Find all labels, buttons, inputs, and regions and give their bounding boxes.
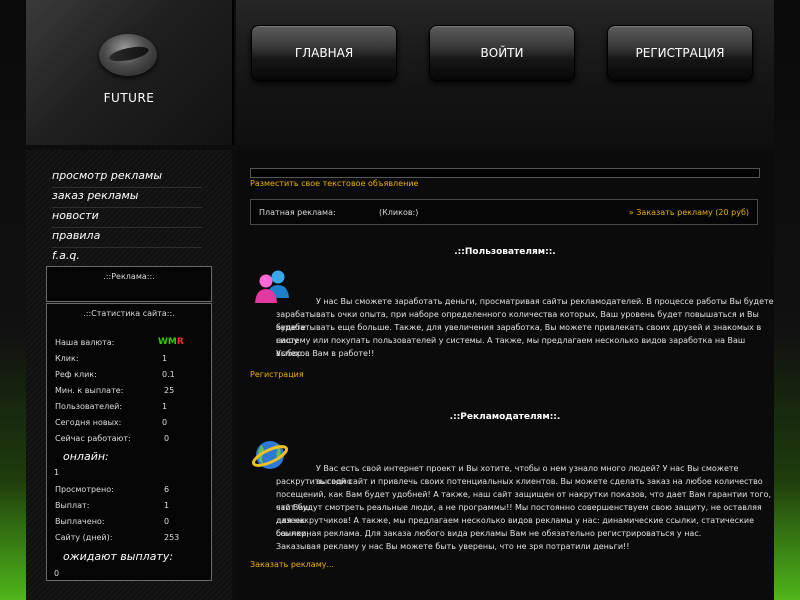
- nav-home-button[interactable]: ГЛАВНАЯ: [251, 25, 397, 81]
- order-ad-link[interactable]: » Заказать рекламу (20 руб): [629, 208, 749, 217]
- logo-area: FUTURE: [26, 0, 234, 145]
- ads-box: .::Реклама::.: [46, 266, 212, 302]
- stat-label: Выплачено:: [55, 517, 105, 526]
- stats-box-title: .::Статистика сайта::.: [83, 309, 175, 318]
- stat-value: 6: [164, 485, 170, 494]
- advertisers-text-line: раскрутить свой сайт и привлечь своих по…: [276, 477, 763, 486]
- stat-label: Пользователей:: [55, 402, 123, 411]
- stat-value: 0.1: [162, 370, 175, 379]
- order-advertising-link[interactable]: Заказать рекламу...: [250, 560, 334, 569]
- globe-icon: [252, 441, 289, 469]
- nav-register-button[interactable]: РЕГИСТРАЦИЯ: [607, 25, 753, 81]
- paid-ads-box: Платная реклама: (Кликов:) » Заказать ре…: [250, 199, 758, 225]
- stat-value: 0: [164, 517, 170, 526]
- currency-badge: WMR: [158, 337, 184, 347]
- users-heading: .::Пользователям::.: [454, 247, 556, 257]
- currency-r: R: [176, 337, 184, 347]
- page-frame: FUTURE ГЛАВНАЯ ВОЙТИ РЕГИСТРАЦИЯ просмот…: [26, 0, 774, 600]
- nav-login-button[interactable]: ВОЙТИ: [429, 25, 575, 81]
- stat-label: Клик:: [55, 354, 79, 363]
- stat-label: Выплат:: [55, 501, 90, 510]
- online-value: 1: [54, 468, 60, 477]
- advertisers-heading: .::Рекламодателям::.: [449, 412, 561, 422]
- users-text-line: Успехов Вам в работе!!: [276, 349, 375, 358]
- sidebar-item-rules[interactable]: правила: [52, 227, 202, 248]
- stats-box: .::Статистика сайта::. Наша валюта: WMR …: [46, 303, 212, 581]
- sidebar-item-news[interactable]: новости: [52, 207, 202, 228]
- stat-value: 25: [164, 386, 175, 395]
- advertisers-text-line: баннерная реклама. Для заказа любого вид…: [276, 529, 702, 538]
- stat-value: 1: [164, 501, 170, 510]
- register-link[interactable]: Регистрация: [250, 370, 304, 379]
- stat-currency-label: Наша валюта:: [55, 338, 115, 347]
- paid-ads-label: Платная реклама:: [259, 208, 336, 217]
- stat-label: Мин. к выплате:: [55, 386, 124, 395]
- sidebar-item-order-ads[interactable]: заказ рекламы: [52, 187, 202, 208]
- main-content: Разместить свое текстовое объявление Пла…: [236, 150, 774, 600]
- online-label: онлайн:: [63, 450, 109, 463]
- sidebar-item-faq[interactable]: f.a.q.: [52, 247, 202, 267]
- post-text-ad-link[interactable]: Разместить свое текстовое объявление: [250, 179, 418, 188]
- sidebar-item-view-ads[interactable]: просмотр рекламы: [52, 167, 202, 188]
- top-navigation: ГЛАВНАЯ ВОЙТИ РЕГИСТРАЦИЯ: [236, 0, 774, 145]
- logo-icon: [99, 34, 157, 76]
- advertisers-text-line: Заказывая рекламу у нас Вы можете быть у…: [276, 542, 630, 551]
- stat-value: 0: [162, 418, 168, 427]
- sidebar: просмотр рекламы заказ рекламы новости п…: [26, 150, 232, 600]
- waiting-label: ожидают выплату:: [63, 550, 174, 563]
- ads-box-title: .::Реклама::.: [103, 272, 155, 281]
- users-text-line: У нас Вы сможете заработать деньги, прос…: [316, 297, 774, 306]
- currency-wm: WM: [158, 337, 177, 347]
- paid-ads-clicks: (Кликов:): [379, 208, 419, 217]
- stat-label: Сайту (дней):: [55, 533, 113, 542]
- waiting-value: 0: [54, 569, 60, 578]
- logo-text: FUTURE: [103, 91, 155, 105]
- users-icon: [255, 270, 289, 303]
- stat-value: 1: [162, 354, 168, 363]
- stat-label: Сегодня новых:: [55, 418, 122, 427]
- stat-value: 0: [164, 434, 170, 443]
- stat-label: Просмотрено:: [55, 485, 114, 494]
- stat-label: Сейчас работают:: [55, 434, 131, 443]
- text-ads-bar: [250, 168, 760, 178]
- stat-label: Реф клик:: [55, 370, 97, 379]
- stat-value: 253: [164, 533, 180, 542]
- stat-value: 1: [162, 402, 168, 411]
